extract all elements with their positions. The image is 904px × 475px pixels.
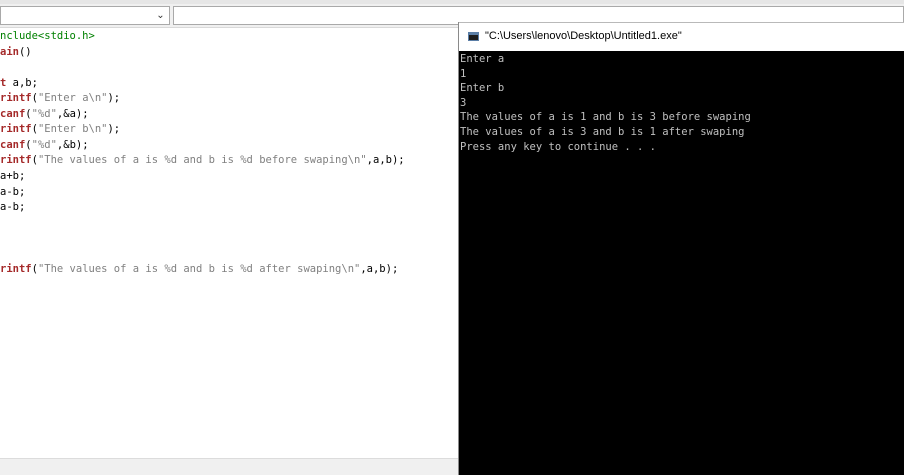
console-output[interactable]: Enter a 1 Enter b 3 The values of a is 1 and… bbox=[460, 51, 904, 475]
desktop-screen: ⌄ nclude<stdio.h> ain() t a,b; rintf("Enter… bbox=[0, 0, 904, 475]
console-titlebar[interactable]: "C:\Users\lenovo\Desktop\Untitled1.exe" bbox=[459, 22, 904, 51]
code-token: ,a,b); bbox=[366, 154, 405, 167]
code-token: ,&b); bbox=[56, 138, 89, 151]
console-line: The values of a is 1 and b is 3 before s… bbox=[460, 111, 751, 124]
code-line[interactable]: nclude<stdio.h> bbox=[0, 29, 95, 45]
console-window-icon bbox=[468, 32, 479, 41]
console-line: 3 bbox=[460, 96, 467, 109]
code-line[interactable]: rintf("The values of a is %d and b is %d… bbox=[0, 262, 398, 278]
code-token: ,a,b); bbox=[360, 263, 399, 276]
code-token: a-b; bbox=[0, 185, 26, 198]
toolbar-top-strip bbox=[0, 0, 904, 4]
code-line[interactable]: ain() bbox=[0, 45, 32, 61]
code-token: "The values of a is %d and b is %d after… bbox=[37, 263, 361, 276]
code-line[interactable]: t a,b; bbox=[0, 76, 38, 92]
code-token: ,&a); bbox=[56, 107, 89, 120]
console-window[interactable]: "C:\Users\lenovo\Desktop\Untitled1.exe" … bbox=[458, 22, 904, 475]
code-line[interactable]: a-b; bbox=[0, 200, 25, 216]
code-token: canf bbox=[0, 138, 26, 151]
console-title: "C:\Users\lenovo\Desktop\Untitled1.exe" bbox=[485, 30, 682, 42]
code-token: rintf bbox=[0, 123, 32, 136]
code-token: canf bbox=[0, 107, 26, 120]
code-editor[interactable]: nclude<stdio.h> ain() t a,b; rintf("Enter a… bbox=[0, 28, 458, 458]
console-line: 1 bbox=[460, 67, 467, 80]
code-token: "The values of a is %d and b is %d befor… bbox=[37, 154, 367, 167]
code-token: a+b; bbox=[0, 169, 26, 182]
code-token: rintf bbox=[0, 154, 32, 167]
code-line[interactable]: rintf("The values of a is %d and b is %d… bbox=[0, 153, 405, 169]
code-line[interactable]: a+b; bbox=[0, 169, 25, 185]
console-line: The values of a is 3 and b is 1 after sw… bbox=[460, 126, 745, 138]
code-token: "Enter b\n" bbox=[37, 123, 108, 136]
chevron-down-icon[interactable]: ⌄ bbox=[152, 7, 169, 24]
editor-status-strip bbox=[0, 458, 458, 475]
code-token: a-b; bbox=[0, 201, 26, 214]
code-line[interactable]: a-b; bbox=[0, 185, 25, 201]
code-token: ); bbox=[107, 123, 121, 136]
code-line[interactable]: rintf("Enter a\n"); bbox=[0, 91, 120, 107]
code-token: a,b; bbox=[6, 76, 38, 89]
code-token: ); bbox=[107, 92, 121, 105]
scope-combobox[interactable]: ⌄ bbox=[0, 6, 170, 25]
code-token: "%d" bbox=[31, 107, 57, 120]
code-token: "Enter a\n" bbox=[37, 92, 108, 105]
code-token: "%d" bbox=[31, 138, 57, 151]
code-line[interactable]: rintf("Enter b\n"); bbox=[0, 122, 120, 138]
console-line: Press any key to continue . . . bbox=[460, 140, 656, 153]
code-token: rintf bbox=[0, 263, 32, 276]
code-token: rintf bbox=[0, 92, 32, 105]
code-token: nclude<stdio.h> bbox=[0, 30, 95, 42]
code-line[interactable]: canf("%d",&a); bbox=[0, 107, 89, 123]
console-line: Enter b bbox=[460, 82, 505, 95]
code-token: ain bbox=[0, 45, 19, 58]
code-line[interactable]: canf("%d",&b); bbox=[0, 138, 89, 154]
console-line: Enter a bbox=[460, 53, 505, 65]
code-token: () bbox=[18, 45, 32, 58]
